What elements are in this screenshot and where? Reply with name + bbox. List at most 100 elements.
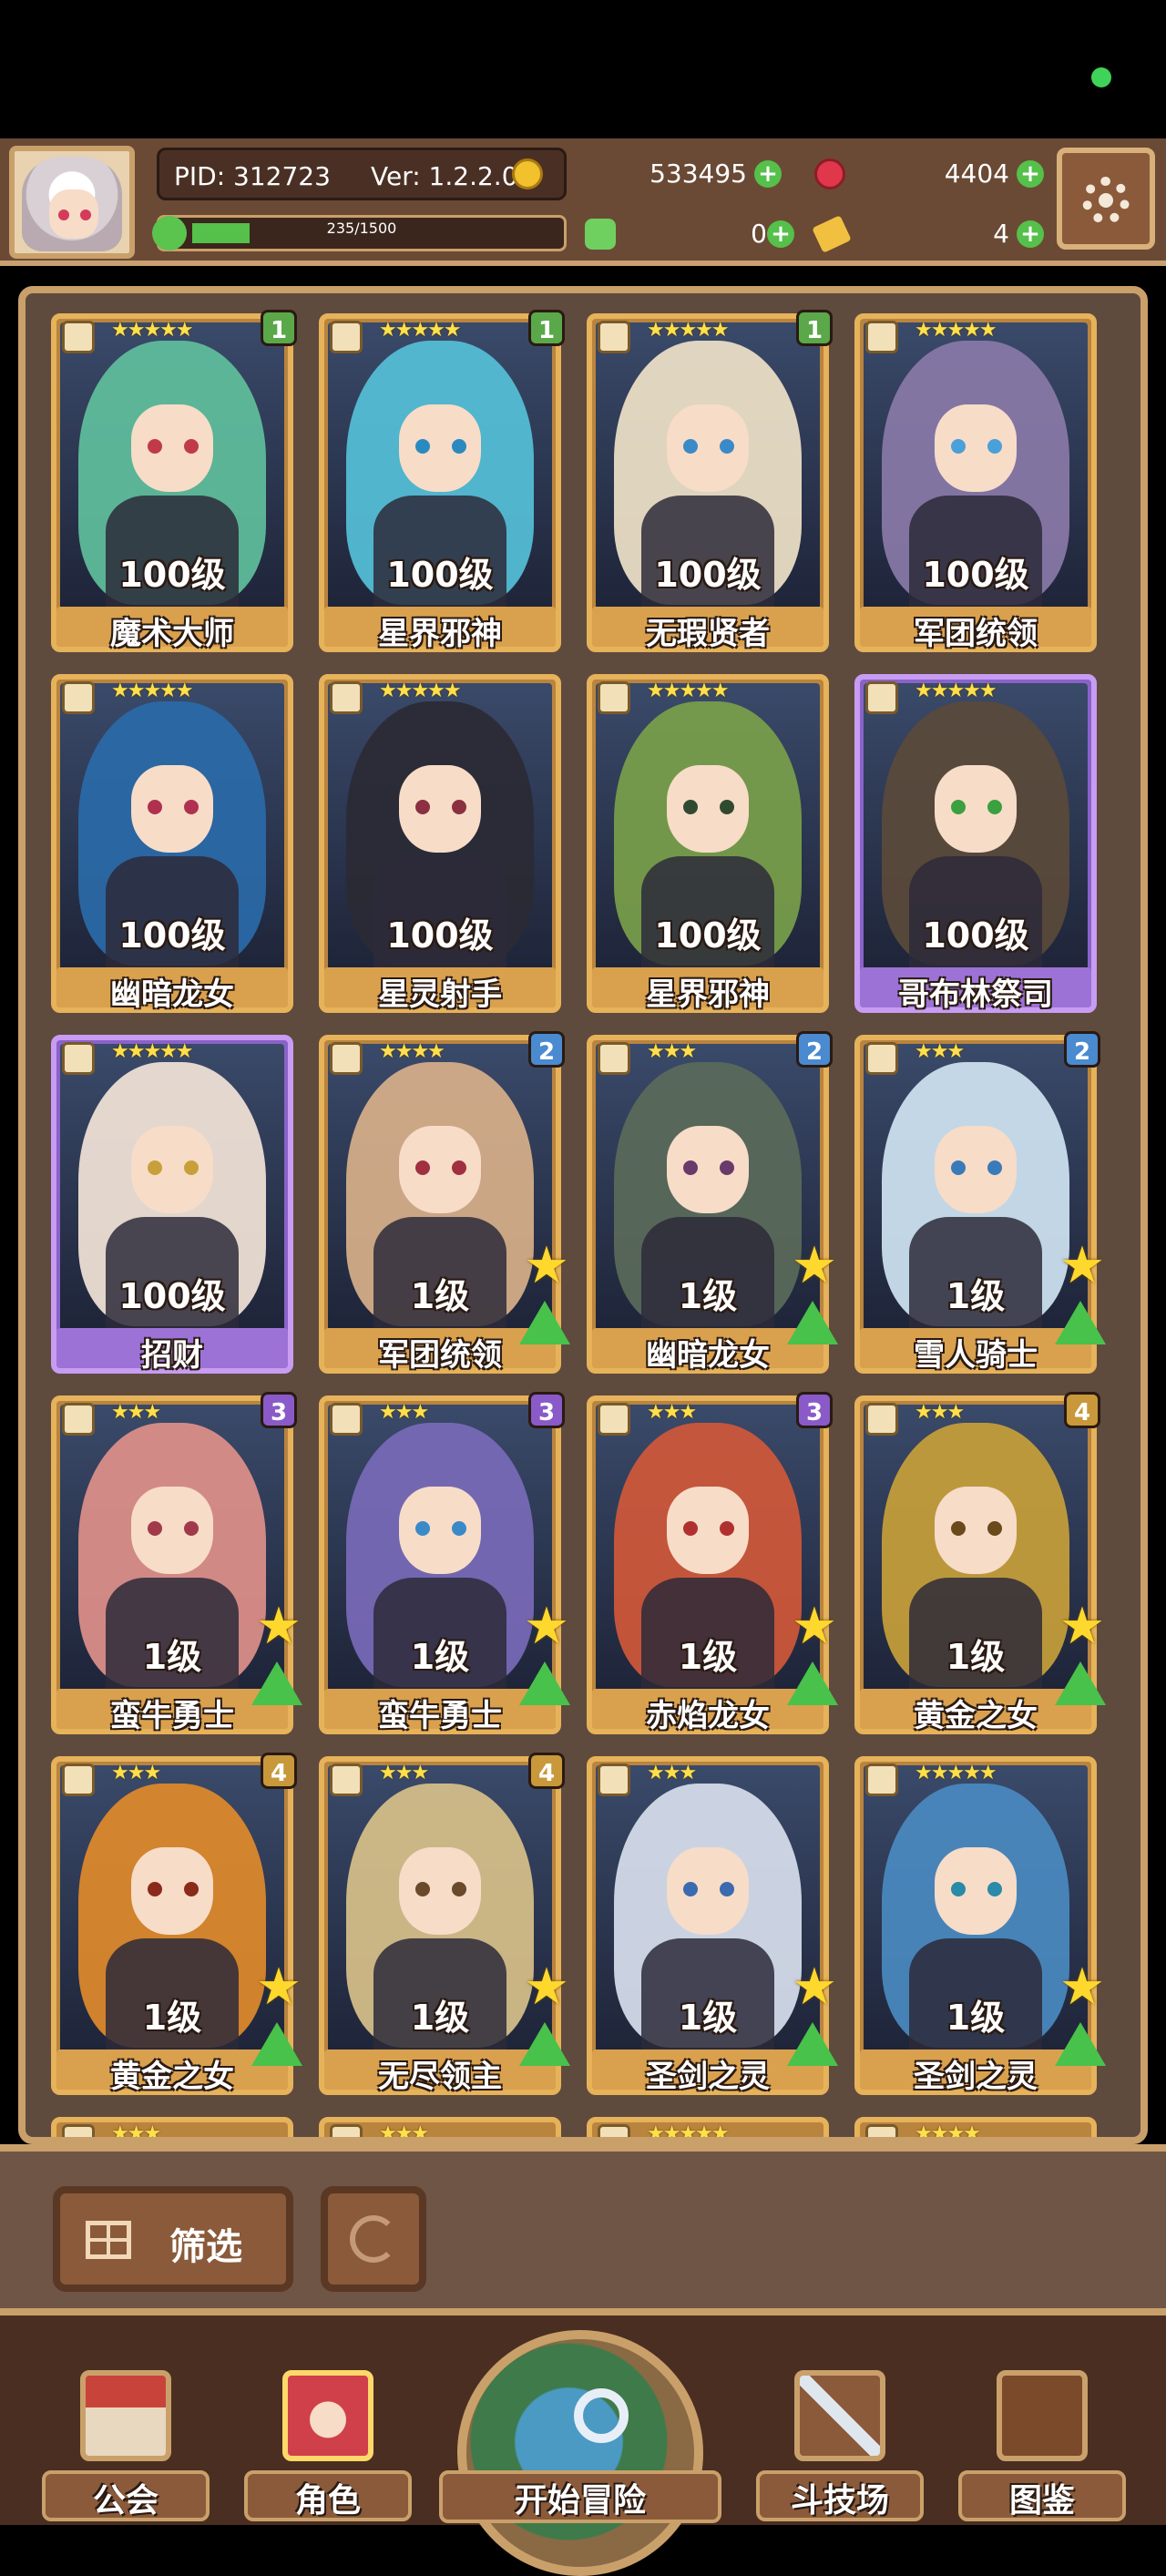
character-level: 100级: [922, 915, 1029, 956]
rarity-stars: ★★★★★: [379, 319, 462, 342]
nav-codex-label: 图鉴: [1008, 2482, 1075, 2520]
class-role-icon: [598, 321, 630, 353]
clover-amount: 0: [751, 219, 767, 249]
star-upgrade-icon[interactable]: ★: [521, 1241, 572, 1292]
character-card-partial[interactable]: ★★★: [319, 2117, 561, 2137]
rarity-stars: ★★★★★: [111, 319, 194, 342]
filter-button[interactable]: 筛选: [53, 2186, 293, 2292]
star-upgrade-icon[interactable]: ★: [789, 1962, 840, 2013]
character-card[interactable]: ★★★★★ 100级 幽暗龙女: [51, 674, 293, 1013]
portrait-face: [935, 1126, 1017, 1213]
scroll-amount: 4: [993, 219, 1009, 249]
player-avatar[interactable]: [9, 146, 135, 259]
star-upgrade-icon[interactable]: ★: [1057, 1962, 1108, 2013]
add-gold-button[interactable]: +: [754, 160, 782, 188]
character-card-partial[interactable]: ★★★★★: [587, 2117, 829, 2137]
scroll-chip: 4 +: [812, 215, 1068, 255]
level-up-arrow-icon[interactable]: [1055, 2022, 1106, 2066]
class-role-icon: [330, 1763, 363, 1796]
add-scroll-button[interactable]: +: [1017, 220, 1044, 248]
duplicate-count-badge: 3: [796, 1392, 833, 1428]
star-upgrade-icon[interactable]: ★: [253, 1962, 304, 2013]
level-up-arrow-icon[interactable]: [519, 1301, 570, 1344]
portrait-face: [399, 1487, 481, 1574]
character-card[interactable]: ★★★ 3 1级 蛮牛勇士 ★: [319, 1392, 570, 1734]
level-up-arrow-icon[interactable]: [251, 2022, 302, 2066]
character-card[interactable]: ★★★ 3 1级 蛮牛勇士 ★: [51, 1392, 302, 1734]
clover-chip: 0 +: [585, 215, 796, 255]
character-card-partial[interactable]: ★★★: [51, 2117, 293, 2137]
portrait-eye-icon: [683, 439, 698, 454]
portrait-eye-icon: [184, 1882, 199, 1896]
character-card[interactable]: ★★★ 1级 圣剑之灵 ★: [587, 1756, 838, 2095]
level-up-arrow-icon[interactable]: [1055, 1301, 1106, 1344]
character-name: 哥布林祭司: [898, 976, 1053, 1013]
stamina-text: 235/1500: [326, 220, 397, 237]
nav-arena[interactable]: 斗技场: [756, 2361, 924, 2527]
star-upgrade-icon[interactable]: ★: [253, 1601, 304, 1652]
portrait-face: [667, 404, 749, 492]
portrait-face: [399, 765, 481, 853]
star-upgrade-icon[interactable]: ★: [1057, 1601, 1108, 1652]
level-up-arrow-icon[interactable]: [787, 1661, 838, 1705]
star-upgrade-icon[interactable]: ★: [521, 1962, 572, 2013]
character-card[interactable]: ★★★★★ 100级 星灵射手: [319, 674, 561, 1013]
duplicate-count-badge: 1: [261, 310, 297, 346]
star-upgrade-icon[interactable]: ★: [789, 1601, 840, 1652]
player-info-panel: PID: 312723 Ver: 1.2.2.0 533495 + 4404 +…: [152, 148, 1068, 255]
character-card[interactable]: ★★★ 3 1级 赤焰龙女 ★: [587, 1392, 838, 1734]
character-card[interactable]: ★★★★ 2 1级 军团统领 ★: [319, 1031, 570, 1374]
rarity-stars: ★★★: [379, 1401, 429, 1424]
class-role-icon: [865, 321, 898, 353]
portrait-eye-icon: [148, 800, 162, 814]
class-role-icon: [62, 1042, 95, 1075]
portrait-eye-icon: [720, 800, 734, 814]
character-card[interactable]: ★★★★★ 100级 星界邪神: [587, 674, 829, 1013]
character-card[interactable]: ★★★★★ 1 100级 魔术大师: [51, 310, 297, 652]
codex-book-icon: [997, 2370, 1088, 2461]
level-up-arrow-icon[interactable]: [519, 1661, 570, 1705]
character-level: 100级: [386, 915, 494, 956]
start-adventure-button[interactable]: 开始冒险: [439, 2330, 721, 2576]
rarity-stars: ★★★★★: [915, 319, 997, 342]
nav-characters[interactable]: 角色: [244, 2361, 412, 2527]
level-up-arrow-icon[interactable]: [787, 1301, 838, 1344]
star-upgrade-icon[interactable]: ★: [789, 1241, 840, 1292]
character-card[interactable]: ★★★ 4 1级 黄金之女 ★: [854, 1392, 1106, 1734]
character-card[interactable]: ★★★★★ 1级 圣剑之灵 ★: [854, 1756, 1106, 2095]
character-card[interactable]: ★★★ 2 1级 幽暗龙女 ★: [587, 1031, 838, 1374]
nav-guild[interactable]: 公会: [42, 2361, 210, 2527]
character-card[interactable]: ★★★★★ 1 100级 无瑕贤者: [587, 310, 833, 652]
reset-button[interactable]: [321, 2186, 426, 2292]
duplicate-count-badge: 2: [796, 1031, 833, 1068]
level-up-arrow-icon[interactable]: [1055, 1661, 1106, 1705]
star-upgrade-icon[interactable]: ★: [1057, 1241, 1108, 1292]
add-clover-button[interactable]: +: [767, 220, 794, 248]
character-card[interactable]: ★★★★★ 100级 哥布林祭司: [854, 674, 1097, 1013]
character-name: 星界邪神: [378, 616, 502, 652]
portrait-eye-icon: [987, 1160, 1002, 1175]
character-card[interactable]: ★★★ 4 1级 黄金之女 ★: [51, 1753, 302, 2095]
level-up-arrow-icon[interactable]: [519, 2022, 570, 2066]
camera-indicator-icon: [1091, 67, 1111, 87]
add-gem-button[interactable]: +: [1017, 160, 1044, 188]
portrait-face: [667, 1126, 749, 1213]
character-card[interactable]: ★★★ 2 1级 雪人骑士 ★: [854, 1031, 1106, 1374]
magnifier-icon: [574, 2388, 629, 2443]
character-card[interactable]: ★★★★★ 1 100级 星界邪神: [319, 310, 565, 652]
character-card[interactable]: ★★★★★ 100级 军团统领: [854, 313, 1097, 652]
character-card[interactable]: ★★★★★ 100级 招财: [51, 1035, 293, 1374]
portrait-eye-icon: [148, 1160, 162, 1175]
class-role-icon: [62, 681, 95, 714]
star-upgrade-icon[interactable]: ★: [521, 1601, 572, 1652]
settings-button[interactable]: [1057, 148, 1155, 250]
level-up-arrow-icon[interactable]: [787, 2022, 838, 2066]
character-card-partial[interactable]: ★★★★: [854, 2117, 1097, 2137]
duplicate-count-badge: 2: [1064, 1031, 1100, 1068]
character-card[interactable]: ★★★ 4 1级 无尽领主 ★: [319, 1753, 570, 2095]
gem-chip: 4404 +: [814, 148, 1068, 200]
rarity-stars: ★★★: [111, 1401, 161, 1424]
character-name: 无瑕贤者: [646, 616, 770, 652]
level-up-arrow-icon[interactable]: [251, 1661, 302, 1705]
nav-codex[interactable]: 图鉴: [958, 2361, 1126, 2527]
